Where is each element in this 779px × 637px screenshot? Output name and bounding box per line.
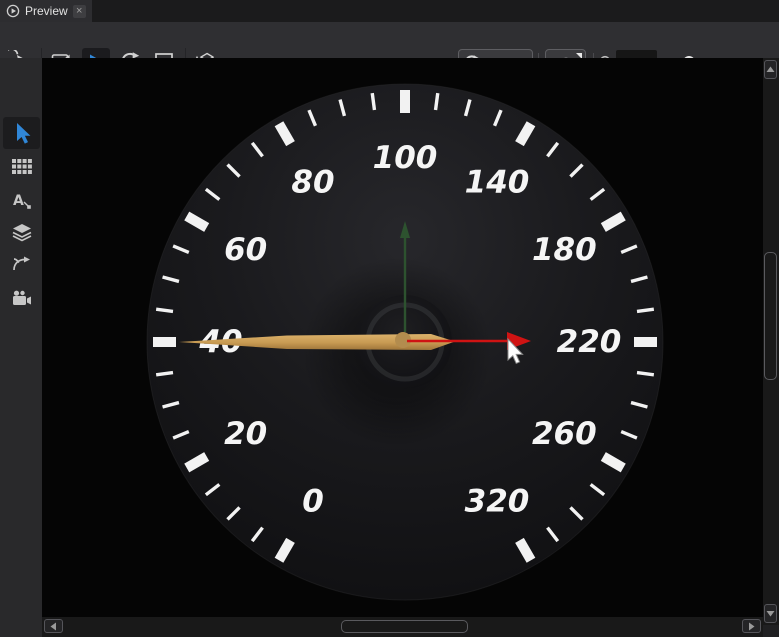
gauge-label: 0 [302, 483, 324, 519]
sidebar-select-tool[interactable] [3, 117, 40, 149]
tab-bar: Preview × [0, 0, 779, 22]
gauge-label: 100 [373, 140, 438, 176]
horizontal-scrollbar[interactable] [42, 617, 763, 637]
sidebar-text-tool[interactable]: A [3, 184, 40, 216]
camera-icon [12, 290, 32, 307]
gauge-label: 320 [465, 483, 530, 519]
gauge-label: 260 [532, 416, 597, 452]
scroll-left-button[interactable] [44, 619, 63, 633]
gauge-label: 140 [465, 165, 530, 201]
vertical-scroll-thumb[interactable] [764, 252, 777, 380]
left-sidebar: A [0, 58, 42, 637]
scroll-down-button[interactable] [764, 604, 777, 623]
sidebar-layers[interactable] [3, 216, 40, 248]
sidebar-transitions[interactable] [3, 248, 40, 280]
scroll-right-button[interactable] [742, 619, 761, 633]
table-icon [12, 159, 32, 175]
arrow-right-icon [748, 622, 755, 631]
gauge-label: 60 [224, 232, 267, 268]
gauge-minor-tick [372, 93, 374, 110]
tab-title: Preview [25, 4, 68, 18]
text-a-icon: A [12, 191, 32, 210]
gauge-minor-tick [436, 93, 438, 110]
gauge-label: 20 [224, 416, 267, 452]
gauge-minor-tick [156, 309, 173, 311]
vertical-scrollbar[interactable] [763, 58, 779, 625]
tab-preview[interactable]: Preview × [0, 0, 92, 22]
speedometer-gauge: 020406080100140180220260320 [42, 58, 763, 617]
pointer-icon [11, 121, 33, 145]
gauge-minor-tick [637, 373, 654, 375]
gauge-minor-tick [637, 309, 654, 311]
scrollbar-corner [763, 625, 779, 637]
layers-icon [12, 223, 32, 242]
toolbar: Restart 100% [0, 22, 779, 58]
horizontal-scroll-thumb[interactable] [341, 620, 468, 633]
gauge-minor-tick [156, 373, 173, 375]
svg-text:A: A [13, 193, 24, 209]
gauge-label: 80 [291, 165, 334, 201]
gauge-label: 220 [557, 324, 622, 360]
play-circle-icon [6, 4, 20, 18]
app-window: Preview × [0, 0, 779, 637]
tab-close-button[interactable]: × [73, 5, 86, 18]
preview-canvas[interactable]: 020406080100140180220260320 [42, 58, 763, 617]
arrow-up-icon [766, 66, 775, 73]
arrow-left-icon [50, 622, 57, 631]
gauge-label: 180 [532, 232, 597, 268]
branch-arrow-icon [12, 255, 32, 273]
scroll-up-button[interactable] [764, 60, 777, 79]
sidebar-camera[interactable] [3, 282, 40, 314]
arrow-down-icon [766, 610, 775, 617]
sidebar-table-view[interactable] [3, 151, 40, 183]
